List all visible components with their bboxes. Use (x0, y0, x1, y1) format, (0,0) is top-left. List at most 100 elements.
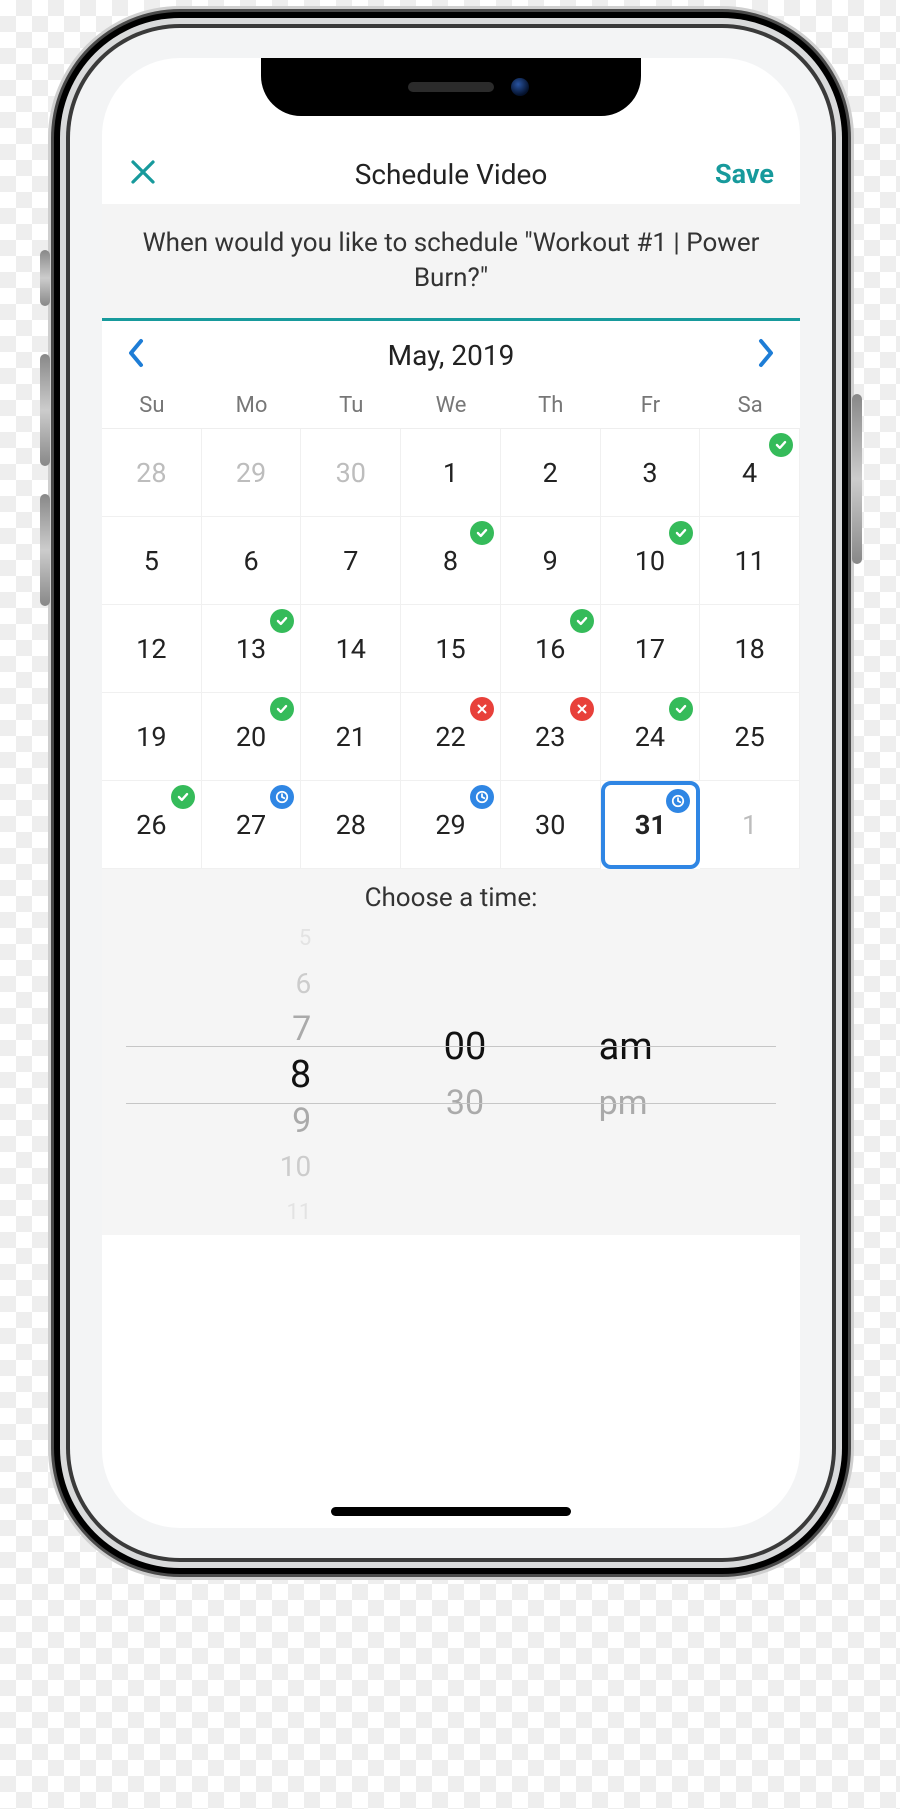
calendar-day[interactable]: 6 (202, 517, 302, 605)
prev-month-button[interactable] (124, 335, 148, 375)
calendar-day[interactable]: 17 (601, 605, 701, 693)
minute-wheel[interactable]: 0030 (367, 915, 562, 1235)
day-of-week-row: Su Mo Tu We Th Fr Sa (102, 385, 800, 428)
calendar-day[interactable]: 8 (401, 517, 501, 605)
calendar-week: 19202122232425 (102, 693, 800, 781)
calendar-day[interactable]: 19 (102, 693, 202, 781)
check-icon (171, 785, 195, 809)
picker-option[interactable]: 10 (280, 1144, 311, 1190)
calendar-day[interactable]: 7 (301, 517, 401, 605)
picker-option[interactable]: 8 (290, 1052, 311, 1098)
picker-option[interactable]: 7 (292, 1007, 311, 1053)
earpiece-speaker (408, 82, 494, 92)
calendar-day[interactable]: 1 (401, 429, 501, 517)
calendar-day[interactable]: 24 (601, 693, 701, 781)
calendar-day[interactable]: 11 (700, 517, 800, 605)
time-picker[interactable]: 567891011 0030 ampm (102, 915, 800, 1235)
calendar-day[interactable]: 9 (501, 517, 601, 605)
calendar-day[interactable]: 13 (202, 605, 302, 693)
phone-frame: Schedule Video Save When would you like … (70, 28, 832, 1558)
check-icon (669, 697, 693, 721)
calendar-day[interactable]: 25 (700, 693, 800, 781)
picker-option[interactable]: am (599, 1019, 653, 1075)
check-icon (270, 697, 294, 721)
navbar: Schedule Video Save (102, 144, 800, 204)
x-icon (470, 697, 494, 721)
calendar-week: 2829301234 (102, 429, 800, 517)
next-month-button[interactable] (754, 335, 778, 375)
picker-option[interactable]: 00 (444, 1019, 487, 1075)
calendar-day[interactable]: 22 (401, 693, 501, 781)
dow-sa: Sa (700, 385, 800, 428)
check-icon (769, 433, 793, 457)
dow-we: We (401, 385, 501, 428)
period-wheel[interactable]: ampm (563, 915, 800, 1235)
picker-option[interactable]: pm (599, 1075, 648, 1131)
clock-icon (470, 785, 494, 809)
dow-th: Th (501, 385, 601, 428)
picker-option[interactable]: 30 (446, 1075, 484, 1131)
calendar-day[interactable]: 1 (700, 781, 800, 869)
calendar-day[interactable]: 10 (601, 517, 701, 605)
close-icon (128, 157, 158, 187)
chevron-left-icon (124, 335, 148, 371)
check-icon (570, 609, 594, 633)
save-button[interactable]: Save (715, 158, 774, 190)
picker-option[interactable]: 5 (299, 915, 311, 961)
calendar-day[interactable]: 5 (102, 517, 202, 605)
volume-up-button (40, 354, 50, 466)
check-icon (470, 521, 494, 545)
power-button (852, 394, 862, 564)
month-label: May, 2019 (388, 339, 515, 372)
picker-option[interactable]: 11 (287, 1189, 312, 1235)
front-camera (511, 78, 529, 96)
picker-option[interactable]: 6 (295, 961, 311, 1007)
calendar-day[interactable]: 2 (501, 429, 601, 517)
home-indicator[interactable] (331, 1507, 571, 1516)
hour-wheel[interactable]: 567891011 (102, 915, 367, 1235)
check-icon (270, 609, 294, 633)
notch (261, 58, 641, 116)
calendar-week: 567891011 (102, 517, 800, 605)
check-icon (669, 521, 693, 545)
calendar-day[interactable]: 4 (700, 429, 800, 517)
dow-su: Su (102, 385, 202, 428)
calendar-day[interactable]: 28 (102, 429, 202, 517)
picker-option[interactable]: 9 (292, 1098, 311, 1144)
calendar-day[interactable]: 3 (601, 429, 701, 517)
calendar-day[interactable]: 29 (202, 429, 302, 517)
calendar-day[interactable]: 27 (202, 781, 302, 869)
close-button[interactable] (128, 157, 158, 191)
calendar-day[interactable]: 30 (501, 781, 601, 869)
calendar-week: 2627282930311 (102, 781, 800, 869)
schedule-prompt: When would you like to schedule "Workout… (102, 204, 800, 321)
dow-mo: Mo (202, 385, 302, 428)
clock-icon (666, 789, 690, 813)
calendar-day[interactable]: 30 (301, 429, 401, 517)
x-icon (570, 697, 594, 721)
time-title: Choose a time: (102, 877, 800, 915)
navbar-title: Schedule Video (355, 158, 548, 191)
calendar-grid: 2829301234567891011121314151617181920212… (102, 428, 800, 869)
calendar-day[interactable]: 21 (301, 693, 401, 781)
calendar-day[interactable]: 20 (202, 693, 302, 781)
mute-switch (40, 250, 50, 306)
time-section: Choose a time: 567891011 0030 ampm (102, 869, 800, 1235)
calendar-day[interactable]: 18 (700, 605, 800, 693)
month-navigator: May, 2019 (102, 321, 800, 385)
calendar-day[interactable]: 26 (102, 781, 202, 869)
chevron-right-icon (754, 335, 778, 371)
calendar-day[interactable]: 31 (601, 781, 701, 869)
calendar-day[interactable]: 12 (102, 605, 202, 693)
calendar-day[interactable]: 29 (401, 781, 501, 869)
calendar-day[interactable]: 28 (301, 781, 401, 869)
calendar-day[interactable]: 23 (501, 693, 601, 781)
calendar-day[interactable]: 15 (401, 605, 501, 693)
calendar-day[interactable]: 16 (501, 605, 601, 693)
clock-icon (270, 785, 294, 809)
calendar-day[interactable]: 14 (301, 605, 401, 693)
volume-down-button (40, 494, 50, 606)
dow-fr: Fr (601, 385, 701, 428)
dow-tu: Tu (301, 385, 401, 428)
calendar-week: 12131415161718 (102, 605, 800, 693)
